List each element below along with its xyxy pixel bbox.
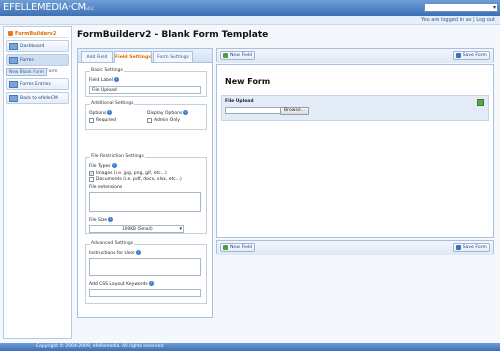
chevron-down-icon: ▾: [179, 226, 182, 232]
app-logo[interactable]: EFELLEMEDIA·CMv0.2: [3, 2, 94, 13]
chevron-down-icon: ▾: [492, 4, 496, 11]
copyright-text: Copyright © 2004-2009, efellemedia. All …: [36, 344, 165, 349]
info-icon[interactable]: i: [183, 110, 189, 115]
field-settings-panel: Add Field Field Settings Form Settings B…: [77, 48, 213, 318]
footer: Copyright © 2004-2009, efellemedia. All …: [0, 343, 500, 351]
advanced-settings-group: Advanced Settings Instructions for User i…: [85, 241, 207, 304]
tab-form-settings[interactable]: Form Settings: [153, 51, 193, 62]
sidebar: FormBuilderv2 Dashboard Forms New Blank …: [3, 26, 72, 339]
entries-icon: [9, 81, 18, 88]
bottom-toolbar: New Field Save Form: [216, 240, 494, 255]
browse-button[interactable]: Browse...: [280, 107, 310, 115]
new-field-button-bottom[interactable]: New Field: [220, 243, 256, 252]
required-checkbox[interactable]: [89, 118, 94, 123]
dashboard-icon: [9, 43, 18, 50]
images-label: Images (i.e. jpg, png, gif, etc...): [96, 171, 167, 176]
file-size-select[interactable]: 100KB (Small) ▾: [89, 225, 184, 233]
form-title: New Form: [225, 77, 271, 86]
info-icon[interactable]: i: [135, 250, 141, 255]
advanced-settings-legend: Advanced Settings: [90, 241, 135, 246]
save-form-button[interactable]: Save Form: [452, 51, 490, 60]
file-size-caption: File Size i: [89, 217, 114, 223]
file-extensions-textarea[interactable]: [89, 192, 201, 212]
main-content: FormBuilderv2 - Blank Form Template Add …: [75, 26, 497, 339]
instructions-caption: Instructions for User i: [89, 250, 141, 256]
documents-label: Documents (i.e. pdf, docx, xlsx, etc...): [96, 177, 182, 182]
sidebar-item-forms[interactable]: Forms: [6, 54, 69, 66]
add-icon: [223, 245, 228, 250]
file-types-caption: File Types i: [89, 163, 117, 169]
save-icon: [455, 245, 461, 250]
add-icon: [223, 53, 228, 58]
form-preview: New Form File Upload Browse...: [216, 64, 494, 238]
login-status: You are logged in as | Log out: [421, 17, 495, 23]
tab-add-field[interactable]: Add Field: [81, 51, 113, 62]
required-label: Required: [96, 118, 117, 123]
info-icon[interactable]: i: [111, 163, 117, 168]
sidebar-subitem-new-blank-form[interactable]: New Blank Form: [6, 68, 47, 76]
basic-settings-group: Basic Settings Field Label i File Upload: [85, 68, 207, 97]
documents-checkbox[interactable]: [89, 177, 94, 182]
edit-field-icon[interactable]: [477, 99, 484, 106]
sidebar-item-forms-entries[interactable]: Forms Entries: [6, 78, 69, 90]
css-keywords-input[interactable]: [89, 289, 201, 297]
instructions-textarea[interactable]: [89, 258, 201, 276]
top-toolbar: New Field Save Form: [216, 48, 494, 63]
field-label-input[interactable]: File Upload: [89, 86, 201, 94]
site-select[interactable]: ▾: [424, 3, 498, 12]
info-icon[interactable]: i: [148, 281, 154, 286]
back-icon: [9, 95, 18, 102]
tab-field-settings[interactable]: Field Settings: [114, 51, 152, 63]
admin-only-label: Admin Only: [154, 118, 181, 123]
file-restriction-legend: File Restriction Settings: [90, 154, 145, 159]
file-upload-input[interactable]: [225, 107, 281, 114]
top-bar: EFELLEMEDIA·CMv0.2 ▾: [0, 0, 500, 16]
options-caption: Options i: [89, 110, 113, 116]
file-restriction-group: File Restriction Settings File Types i ✓ …: [85, 154, 207, 234]
css-keywords-caption: Add CSS Layout Keywords i: [89, 281, 154, 287]
field-label-caption: Field Label i: [89, 77, 119, 83]
form-field-label: File Upload: [225, 99, 254, 104]
new-field-button[interactable]: New Field: [220, 51, 256, 60]
info-icon[interactable]: i: [107, 110, 113, 115]
sidebar-item-back[interactable]: Back to efelleCM: [6, 92, 69, 104]
info-icon[interactable]: i: [113, 77, 119, 82]
basic-settings-legend: Basic Settings: [90, 68, 124, 73]
sub-bar: You are logged in as | Log out: [0, 16, 500, 25]
images-checkbox[interactable]: ✓: [89, 171, 94, 176]
additional-settings-group: Additional Settings Options i Required Di…: [85, 101, 207, 130]
form-field-row[interactable]: File Upload Browse...: [221, 95, 489, 121]
admin-only-checkbox[interactable]: [147, 118, 152, 123]
file-extensions-caption: File extensions: [89, 185, 123, 190]
sidebar-header: FormBuilderv2: [6, 29, 69, 38]
additional-settings-legend: Additional Settings: [90, 101, 135, 106]
formbuilder-icon: [8, 31, 13, 36]
save-icon: [455, 53, 461, 58]
forms-icon: [9, 57, 18, 64]
display-options-caption: Display Options i: [147, 110, 189, 116]
info-icon[interactable]: i: [108, 217, 114, 222]
page-title: FormBuilderv2 - Blank Form Template: [77, 30, 269, 40]
settings-tabs: Add Field Field Settings Form Settings: [78, 49, 212, 63]
sidebar-item-dashboard[interactable]: Dashboard: [6, 40, 69, 52]
save-form-button-bottom[interactable]: Save Form: [452, 243, 490, 252]
